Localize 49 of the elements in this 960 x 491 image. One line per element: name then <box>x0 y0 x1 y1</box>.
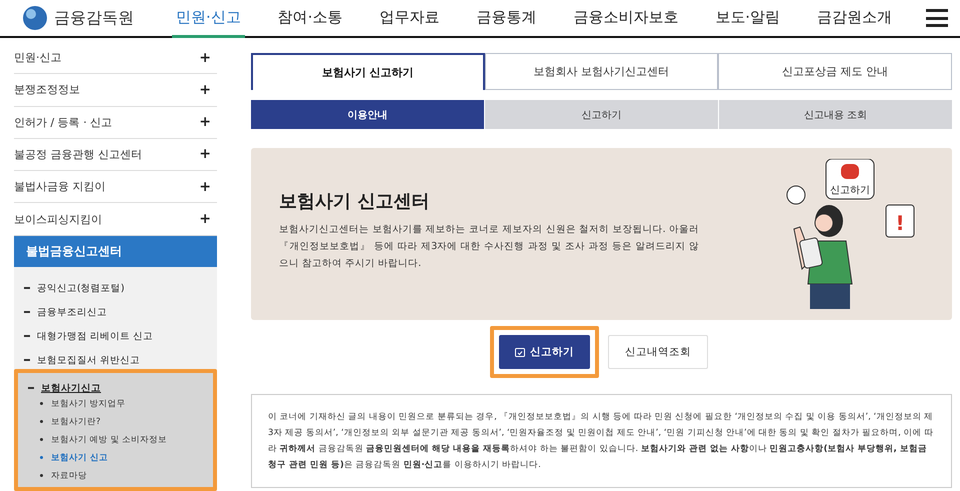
sidebar-label: 보이스피싱지킴이 <box>14 212 102 227</box>
sidebar-item[interactable]: 분쟁조정정보 + <box>14 74 217 107</box>
banner-text: 보험사기신고센터는 보험사기를 제보하는 코너로 제보자의 신원은 철저히 보장됩니다. 아울러 『개인정보보호법』 등에 따라 제3자에 대한 수사진행 과정 및 조사 과정 등은 알려드리지 않으니 참고하여 주시기 바랍니다. <box>279 222 699 270</box>
globe-logo-icon <box>22 5 48 31</box>
history-button[interactable]: 신고내역조회 <box>608 335 708 369</box>
nav-item[interactable]: 금융소비자보호 <box>569 0 682 38</box>
tab[interactable]: 신고포상금 제도 안내 <box>718 53 952 90</box>
submenu-item[interactable]: 보험모집질서 위반신고 <box>14 350 140 371</box>
logo-text[interactable]: 금융감독원 <box>54 8 134 28</box>
notice-text: 이 코너에 기재하신 글의 내용이 민원으로 분류되는 경우, 『개인정보보호법』의 시행 등에 따라 민원 신청에 필요한 ‘개인정보의 수집 및 이용 동의서’, ‘개인정보의 제3자 제공 동의서’, ‘개인정보의 외부 설문기관 제공 동의서’, ‘민원자율조정 및 민원이첩 제도 안내’, ‘민원 기피신청 안내’에 대한 동의 및 확인 절차가 필요하며, 이에 따라 귀하께서 금융감독원 금융민원센터에 해당 내용을 재등록하셔야 하는 불편함이 있습니다. 보험사기와 관련 없는 사항이나 민원고충사항(보험사 부당행위, 보험금 청구 관련 민원 등)은 금융감독원 민원·신고를 이용하시기 바랍니다. <box>251 394 952 488</box>
sidebar-label: 불공정 금융관행 신고센터 <box>14 146 142 162</box>
sidebar-label: 민원·신고 <box>14 50 62 66</box>
menu-icon[interactable] <box>926 9 948 27</box>
sidebar-label: 인허가 / 등록 · 신고 <box>14 114 112 130</box>
submenu-item[interactable]: 공익신고(청렴포털) <box>14 278 124 299</box>
expand-toggle[interactable]: + <box>199 50 211 66</box>
expand-toggle[interactable]: + <box>199 114 211 130</box>
sidebar-item[interactable]: 불공정 금융관행 신고센터 + <box>14 138 217 172</box>
nav-item[interactable]: 보도·알림 <box>711 0 784 38</box>
woman-with-tablet-drawing: 신고하기 ! <box>774 159 924 309</box>
banner-title: 보험사기 신고센터 <box>279 190 430 212</box>
sidebar-item[interactable]: 민원·신고 + <box>14 42 217 74</box>
sidebar-section-title[interactable]: 불법금융신고센터 <box>14 236 217 267</box>
submenu-item[interactable]: 대형가맹점 리베이트 신고 <box>14 326 154 347</box>
sidebar-label: 분쟁조정정보 <box>14 82 80 98</box>
nav-item[interactable]: 참여·소통 <box>274 0 346 38</box>
nav-item[interactable]: 업무자료 <box>375 0 444 38</box>
nav-item[interactable]: 금융통계 <box>472 0 540 38</box>
tab[interactable]: 보험회사 보험사기신고센터 <box>484 53 718 90</box>
expand-toggle[interactable]: + <box>199 146 211 162</box>
expand-toggle[interactable]: + <box>199 82 211 98</box>
nav-item[interactable]: 금감원소개 <box>812 0 896 38</box>
sidebar-label: 불법사금융 지킴이 <box>14 179 106 194</box>
submenu-link[interactable]: 보험사기란? <box>18 412 213 431</box>
report-button[interactable]: 신고하기 <box>499 335 590 369</box>
sidebar-item[interactable]: 인허가 / 등록 · 신고 + <box>14 106 217 139</box>
submenu-link[interactable]: 보험사기 신고 <box>18 448 213 467</box>
submenu-link[interactable]: 보험사기 예방 및 소비자정보 <box>18 430 213 449</box>
submenu-item[interactable]: 금융부조리신고 <box>14 302 107 323</box>
sub-tab[interactable]: 이용안내 <box>251 100 484 129</box>
sidebar-item[interactable]: 불법사금융 지킴이 + <box>14 171 217 204</box>
expand-toggle[interactable]: + <box>199 211 211 228</box>
tab[interactable]: 보험사기 신고하기 <box>251 53 485 90</box>
expand-toggle[interactable]: + <box>199 178 211 195</box>
sub-tab[interactable]: 신고하기 <box>485 100 718 129</box>
submenu-link[interactable]: 자료마당 <box>18 466 213 485</box>
sub-tab[interactable]: 신고내용 조회 <box>719 100 952 129</box>
nav-item[interactable]: 민원·신고 <box>172 0 245 38</box>
calendar-check-icon <box>515 347 525 357</box>
